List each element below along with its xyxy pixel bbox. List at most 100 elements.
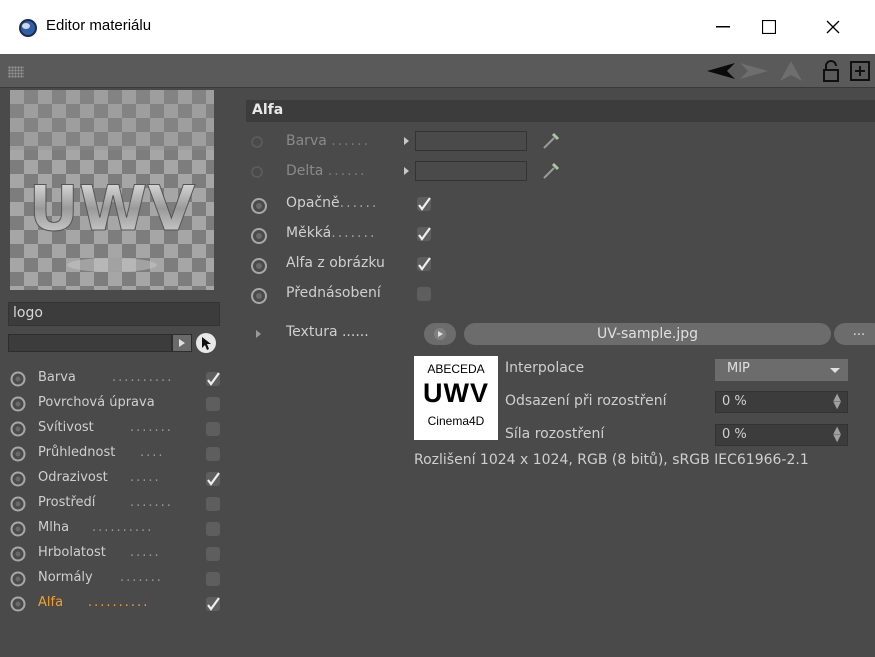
- texture-label: Textura ......: [286, 324, 369, 340]
- radio-icon[interactable]: [10, 371, 26, 387]
- triangle-right-icon: [179, 339, 185, 347]
- channel-label: Povrchová úprava: [38, 395, 155, 410]
- alpha-soft-label: Měkká.......: [286, 225, 377, 241]
- radio-icon[interactable]: [10, 546, 26, 562]
- texture-thumbnail: ABECEDA UWV Cinema4D: [414, 356, 498, 440]
- blur-offset-value: 0 %: [722, 394, 747, 409]
- channel-dots: .......: [120, 570, 163, 585]
- thumbnail-line1: ABECEDA: [427, 362, 485, 376]
- radio-icon[interactable]: [250, 197, 268, 215]
- radio-icon[interactable]: [10, 596, 26, 612]
- back-arrow-icon[interactable]: [705, 60, 737, 82]
- interpolation-dropdown[interactable]: MIP: [715, 359, 848, 381]
- triangle-right-icon: [404, 167, 409, 175]
- checkmark-icon[interactable]: [205, 371, 221, 387]
- radio-icon[interactable]: [10, 421, 26, 437]
- minimize-icon: [716, 26, 730, 28]
- alpha-premultiply-row: Přednásobení: [250, 282, 570, 306]
- texture-file-button[interactable]: UV-sample.jpg: [464, 323, 831, 345]
- alpha-color-swatch[interactable]: [415, 131, 527, 151]
- title-bar: Editor materiálu: [0, 0, 875, 54]
- thumbnail-line2: UWV: [423, 378, 489, 408]
- grip-icon[interactable]: [8, 66, 24, 78]
- channel-item[interactable]: Povrchová úprava: [0, 391, 240, 416]
- spinner-icon[interactable]: ▲ ▼: [833, 393, 841, 411]
- texture-menu-button[interactable]: [424, 323, 456, 345]
- chevron-down-icon: [830, 368, 840, 373]
- channel-label: Svítivost: [38, 420, 94, 435]
- checkmark-icon[interactable]: [416, 196, 432, 212]
- toolbar: [0, 54, 875, 88]
- channel-search-field[interactable]: [8, 334, 172, 352]
- checkbox-icon[interactable]: [205, 421, 221, 437]
- channel-item[interactable]: Barva..........: [0, 366, 240, 391]
- checkbox-icon[interactable]: [416, 286, 432, 302]
- checkbox-icon[interactable]: [205, 446, 221, 462]
- checkbox-icon[interactable]: [205, 546, 221, 562]
- search-arrow-button[interactable]: [172, 334, 192, 352]
- minimize-button[interactable]: [700, 8, 746, 46]
- radio-icon[interactable]: [250, 227, 268, 245]
- eyedropper-icon[interactable]: [540, 130, 562, 152]
- checkmark-icon[interactable]: [416, 256, 432, 272]
- material-name-field[interactable]: logo: [8, 302, 220, 326]
- new-window-icon[interactable]: [849, 60, 871, 82]
- channel-label: Alfa: [38, 595, 64, 610]
- radio-icon[interactable]: [10, 521, 26, 537]
- eyedropper-icon[interactable]: [540, 160, 562, 182]
- blur-offset-label: Odsazení při rozostření: [505, 393, 667, 409]
- channel-label: Prostředí: [38, 495, 96, 510]
- channel-item[interactable]: Alfa..........: [0, 591, 240, 616]
- radio-icon[interactable]: [250, 165, 264, 179]
- channel-label: Barva: [38, 370, 76, 385]
- material-preview[interactable]: UWV: [10, 90, 214, 290]
- interpolation-value: MIP: [727, 361, 750, 376]
- up-arrow-icon[interactable]: [778, 60, 804, 82]
- radio-icon[interactable]: [250, 287, 268, 305]
- checkmark-icon[interactable]: [416, 226, 432, 242]
- channel-dots: .....: [130, 545, 161, 560]
- radio-icon[interactable]: [10, 571, 26, 587]
- radio-icon[interactable]: [10, 496, 26, 512]
- channel-item[interactable]: Normály.......: [0, 566, 240, 591]
- close-button[interactable]: [810, 8, 856, 46]
- blur-offset-field[interactable]: 0 % ▲ ▼: [715, 391, 848, 413]
- left-panel: UWV logo Barva.......... Povrchová úprava…: [0, 88, 240, 657]
- radio-icon[interactable]: [250, 135, 264, 149]
- channel-item[interactable]: Průhlednost....: [0, 441, 240, 466]
- alpha-delta-swatch[interactable]: [415, 161, 527, 181]
- right-panel: Alfa Barva ...... Delta ...... Opačně...…: [240, 88, 875, 657]
- spinner-icon[interactable]: ▲ ▼: [833, 426, 841, 444]
- channel-dots: ..........: [92, 520, 154, 535]
- checkmark-icon[interactable]: [205, 471, 221, 487]
- channel-item[interactable]: Svítivost.......: [0, 416, 240, 441]
- alpha-delta-row: Delta ......: [250, 160, 570, 184]
- alpha-premultiply-label: Přednásobení: [286, 285, 381, 301]
- thumbnail-line3: Cinema4D: [427, 414, 485, 428]
- checkbox-icon[interactable]: [205, 521, 221, 537]
- lock-icon[interactable]: [820, 60, 842, 82]
- maximize-button[interactable]: [746, 8, 792, 46]
- radio-icon[interactable]: [10, 396, 26, 412]
- channel-list: Barva.......... Povrchová úprava Svítivost…: [0, 366, 240, 616]
- radio-icon[interactable]: [250, 257, 268, 275]
- channel-item[interactable]: Hrbolatost.....: [0, 541, 240, 566]
- texture-row: Textura ...... UV-sample.jpg ...: [250, 323, 875, 349]
- channel-item[interactable]: Mlha..........: [0, 516, 240, 541]
- cinema4d-app-icon: [19, 19, 37, 37]
- blur-strength-field[interactable]: 0 % ▲ ▼: [715, 424, 848, 446]
- expand-triangle-icon[interactable]: [256, 330, 261, 338]
- radio-icon[interactable]: [10, 471, 26, 487]
- window-title: Editor materiálu: [46, 17, 152, 34]
- checkbox-icon[interactable]: [205, 496, 221, 512]
- pick-cursor-icon[interactable]: [195, 332, 217, 354]
- channel-item[interactable]: Odrazivost.....: [0, 466, 240, 491]
- channel-item[interactable]: Prostředí.......: [0, 491, 240, 516]
- triangle-right-icon: [404, 137, 409, 145]
- checkmark-icon[interactable]: [205, 596, 221, 612]
- forward-arrow-icon[interactable]: [738, 60, 770, 82]
- radio-icon[interactable]: [10, 446, 26, 462]
- texture-browse-button[interactable]: ...: [834, 323, 875, 345]
- checkbox-icon[interactable]: [205, 571, 221, 587]
- checkbox-icon[interactable]: [205, 396, 221, 412]
